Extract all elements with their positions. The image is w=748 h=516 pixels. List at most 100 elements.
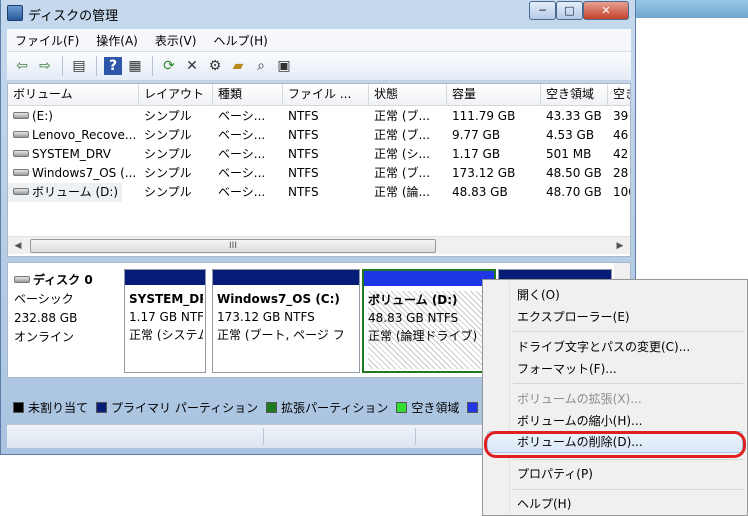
partition-windows7-os[interactable]: Windows7_OS (C:) 173.12 GB NTFS 正常 (ブート,… (212, 269, 360, 373)
partition-bar (125, 270, 205, 285)
menu-help[interactable]: ヘルプ(H) (205, 32, 276, 49)
minimize-button[interactable]: ─ (529, 1, 556, 20)
scroll-thumb[interactable]: III (30, 239, 436, 253)
cell-volume: Windows7_OS (... (8, 164, 139, 183)
volume-name: SYSTEM_DRV (32, 147, 111, 161)
menu-shrink-volume[interactable]: ボリュームの縮小(H)... (517, 411, 642, 431)
disk-kind: ベーシック (14, 292, 74, 306)
open-folder-icon[interactable]: ▰ (227, 55, 249, 77)
cell-free-percent: 39 (613, 109, 629, 123)
console-tree-icon[interactable]: ▤ (68, 55, 90, 77)
partition-info: Windows7_OS (C:) 173.12 GB NTFS 正常 (ブート,… (217, 290, 357, 344)
volume-name: Lenovo_Recove... (32, 128, 137, 142)
cell-free-space: 48.50 GB (546, 166, 602, 180)
drive-icon (13, 150, 29, 157)
cell-status: 正常 (ブ... (374, 109, 430, 123)
cell-free-space: 48.70 GB (546, 185, 602, 199)
partition-size: 1.17 GB NTFS (129, 310, 203, 324)
cell-layout: シンプル (144, 166, 192, 180)
column-capacity[interactable]: 容量 (447, 84, 541, 106)
legend-unallocated: 未割り当て (13, 399, 88, 416)
cell-filesystem: NTFS (288, 128, 319, 142)
cell-volume: Lenovo_Recove... (8, 126, 139, 145)
table-row[interactable]: Windows7_OS (... シンプル ベーシ... NTFS 正常 (ブ.… (8, 164, 630, 183)
menu-separator (513, 489, 743, 490)
column-free-space[interactable]: 空き領域 (541, 84, 608, 106)
scroll-left-icon[interactable]: ◀ (10, 238, 26, 254)
title-bar[interactable]: ディスクの管理 ─ □ ✕ (1, 0, 635, 26)
properties-icon[interactable]: ▦ (124, 55, 146, 77)
column-layout[interactable]: レイアウト (139, 84, 213, 106)
cell-volume: (E:) (8, 107, 139, 126)
menu-action[interactable]: 操作(A) (88, 32, 147, 49)
legend-primary: プライマリ パーティション (96, 399, 258, 416)
partition-bar (364, 271, 494, 286)
legend-swatch (396, 401, 408, 413)
partition-status: 正常 (ブート, ページ フ (217, 328, 345, 342)
cell-free-percent: 100 (613, 185, 630, 199)
menu-explorer[interactable]: エクスプローラー(E) (517, 307, 630, 327)
window-title: ディスクの管理 (28, 9, 119, 24)
disk-state: オンライン (14, 330, 75, 344)
volume-name: (E:) (32, 109, 53, 123)
table-row[interactable]: Lenovo_Recove... シンプル ベーシ... NTFS 正常 (ブ.… (8, 126, 630, 145)
cell-capacity: 48.83 GB (452, 185, 508, 199)
legend-swatch (266, 401, 278, 413)
menu-view[interactable]: 表示(V) (147, 32, 206, 49)
menu-extend-volume: ボリュームの拡張(X)... (517, 392, 642, 406)
scroll-right-icon[interactable]: ▶ (612, 238, 628, 254)
disk-icon[interactable]: ▣ (273, 55, 295, 77)
cell-type: ベーシ... (218, 185, 266, 199)
drive-icon (13, 169, 29, 176)
cell-status: 正常 (ブ... (374, 128, 430, 142)
cell-volume: ボリューム (D:) (8, 183, 122, 202)
column-filesystem[interactable]: ファイル ... (283, 84, 369, 106)
menu-properties[interactable]: プロパティ(P) (517, 464, 593, 484)
disk-name: ディスク 0 (14, 271, 122, 290)
legend-swatch (13, 401, 24, 413)
cell-type: ベーシ... (218, 128, 266, 142)
cell-free-space: 4.53 GB (546, 128, 595, 142)
forward-arrow-icon[interactable]: ⇨ (34, 55, 56, 77)
volume-name: Windows7_OS (... (32, 166, 137, 180)
drive-icon (13, 112, 29, 119)
disk-name-text: ディスク 0 (33, 273, 93, 287)
cell-layout: シンプル (144, 109, 192, 123)
cell-type: ベーシ... (218, 109, 266, 123)
partition-bar (213, 270, 359, 285)
column-free-percent[interactable]: 空き (608, 84, 630, 106)
partition-info: ボリューム (D:) 48.83 GB NTFS 正常 (論理ドライブ) (368, 291, 492, 369)
cell-free-space: 501 MB (546, 147, 592, 161)
delete-icon[interactable]: ✕ (181, 55, 203, 77)
table-row[interactable]: (E:) シンプル ベーシ... NTFS 正常 (ブ... 111.79 GB… (8, 107, 630, 126)
cell-status: 正常 (論... (374, 185, 430, 199)
cell-type: ベーシ... (218, 147, 266, 161)
menu-help-item[interactable]: ヘルプ(H) (517, 494, 571, 514)
legend-label: 拡張パーティション (281, 400, 389, 415)
partition-system-drv[interactable]: SYSTEM_DRV 1.17 GB NTFS 正常 (システム (124, 269, 206, 373)
desktop-background (636, 0, 748, 18)
partition-status: 正常 (システム (129, 328, 203, 342)
help-icon[interactable]: ? (104, 57, 122, 75)
refresh-icon[interactable]: ⟳ (158, 55, 180, 77)
column-type[interactable]: 種類 (213, 84, 283, 106)
menu-format[interactable]: フォーマット(F)... (517, 359, 617, 379)
column-volume[interactable]: ボリューム (8, 84, 139, 106)
close-button[interactable]: ✕ (583, 1, 629, 20)
back-arrow-icon[interactable]: ⇦ (11, 55, 33, 77)
horizontal-scrollbar[interactable]: ◀ III ▶ (8, 236, 630, 254)
partition-volume-d[interactable]: ボリューム (D:) 48.83 GB NTFS 正常 (論理ドライブ) (362, 269, 496, 373)
table-row[interactable]: SYSTEM_DRV シンプル ベーシ... NTFS 正常 (シ... 1.1… (8, 145, 630, 164)
menu-open[interactable]: 開く(O) (517, 285, 560, 305)
disk-0-label[interactable]: ディスク 0 ベーシック 232.88 GB オンライン (14, 271, 122, 347)
partition-status: 正常 (論理ドライブ) (368, 329, 478, 343)
table-row[interactable]: ボリューム (D:) シンプル ベーシ... NTFS 正常 (論... 48.… (8, 183, 630, 202)
partition-size: 173.12 GB NTFS (217, 310, 315, 324)
menu-file[interactable]: ファイル(F) (7, 32, 88, 49)
search-icon[interactable]: ⌕ (250, 55, 272, 77)
settings-icon[interactable]: ⚙ (204, 55, 226, 77)
menu-change-drive-letter[interactable]: ドライブ文字とパスの変更(C)... (517, 337, 690, 357)
cell-layout: シンプル (144, 185, 192, 199)
column-status[interactable]: 状態 (369, 84, 447, 106)
maximize-button[interactable]: □ (556, 1, 583, 20)
